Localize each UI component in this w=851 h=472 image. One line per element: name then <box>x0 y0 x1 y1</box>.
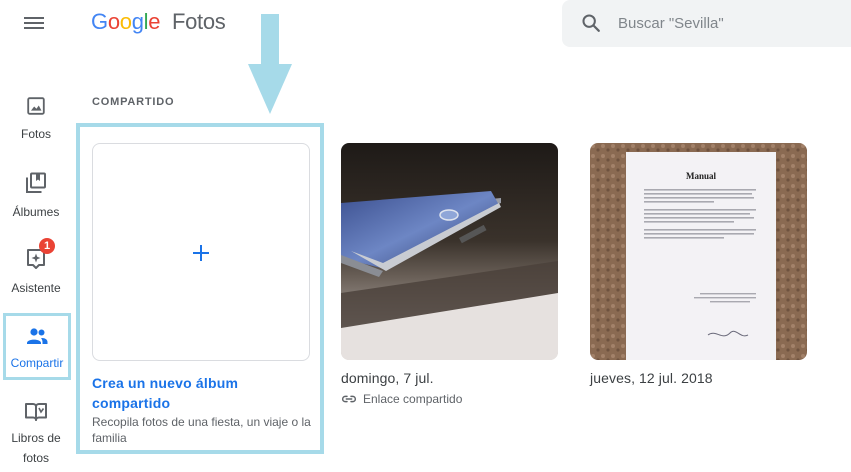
sidebar-item-asistente[interactable]: 1 Asistente <box>0 238 72 298</box>
sidebar-item-label: Compartir <box>10 356 64 370</box>
document-heading: Manual <box>686 171 717 181</box>
logo-letter: G <box>91 9 108 34</box>
shared-album-card[interactable]: Manual jueves, 12 jul. 2018 <box>590 143 808 387</box>
sidebar-item-label-line: fotos <box>22 451 49 465</box>
sidebar-item-libros-de-fotos[interactable]: Libros de fotos <box>0 399 72 468</box>
photo-icon <box>27 97 45 115</box>
sidebar-item-label-line: Libros de <box>11 431 61 445</box>
assistant-icon-wrap: 1 <box>24 238 55 271</box>
google-photos-logo[interactable]: Google Fotos <box>91 9 226 35</box>
product-name: Fotos <box>171 9 226 34</box>
shared-album-card[interactable]: domingo, 7 jul. Enlace compartido <box>341 143 559 407</box>
album-thumbnail[interactable] <box>341 143 558 360</box>
document-photo-image: Manual <box>590 143 807 360</box>
sidebar-item-albumes[interactable]: Álbumes <box>0 171 72 222</box>
annotation-arrow-icon <box>248 14 292 114</box>
create-album-title[interactable]: Crea un nuevo álbum compartido <box>92 373 312 413</box>
google-wordmark: Google <box>91 9 166 34</box>
sidebar-item-compartir[interactable]: Compartir <box>3 313 71 380</box>
album-share-status: Enlace compartido <box>341 391 559 407</box>
sidebar-item-label: Asistente <box>11 281 61 295</box>
album-thumbnail[interactable]: Manual <box>590 143 807 360</box>
menu-line <box>24 17 44 19</box>
create-album-description: Recopila fotos de una fiesta, un viaje o… <box>92 415 311 445</box>
create-album-card[interactable] <box>92 143 310 361</box>
book-icon <box>25 403 47 421</box>
plus-icon <box>191 243 211 263</box>
logo-letter: o <box>119 9 132 34</box>
phone-photo-image <box>341 143 558 360</box>
menu-line <box>24 27 44 29</box>
section-title: COMPARTIDO <box>92 96 175 108</box>
search-bar[interactable] <box>562 0 851 47</box>
album-date: domingo, 7 jul. <box>341 370 434 386</box>
search-icon[interactable] <box>580 12 602 34</box>
logo-letter: e <box>148 9 161 34</box>
people-icon <box>27 328 48 344</box>
new-shared-album-highlight: Crea un nuevo álbum compartido Recopila … <box>76 123 324 454</box>
main-menu-button[interactable] <box>22 12 46 34</box>
logo-letter: o <box>107 9 120 34</box>
album-subtitle: Enlace compartido <box>363 392 463 406</box>
link-icon <box>342 395 356 403</box>
notification-badge: 1 <box>39 238 55 254</box>
logo-letter: g <box>131 9 144 34</box>
sidebar-item-label: Álbumes <box>12 205 60 219</box>
sidebar-item-fotos[interactable]: Fotos <box>0 95 72 144</box>
search-input[interactable] <box>618 11 838 35</box>
menu-line <box>24 22 44 24</box>
album-date: jueves, 12 jul. 2018 <box>590 370 713 386</box>
albums-icon <box>26 172 46 193</box>
sidebar-item-label: Fotos <box>20 127 51 141</box>
